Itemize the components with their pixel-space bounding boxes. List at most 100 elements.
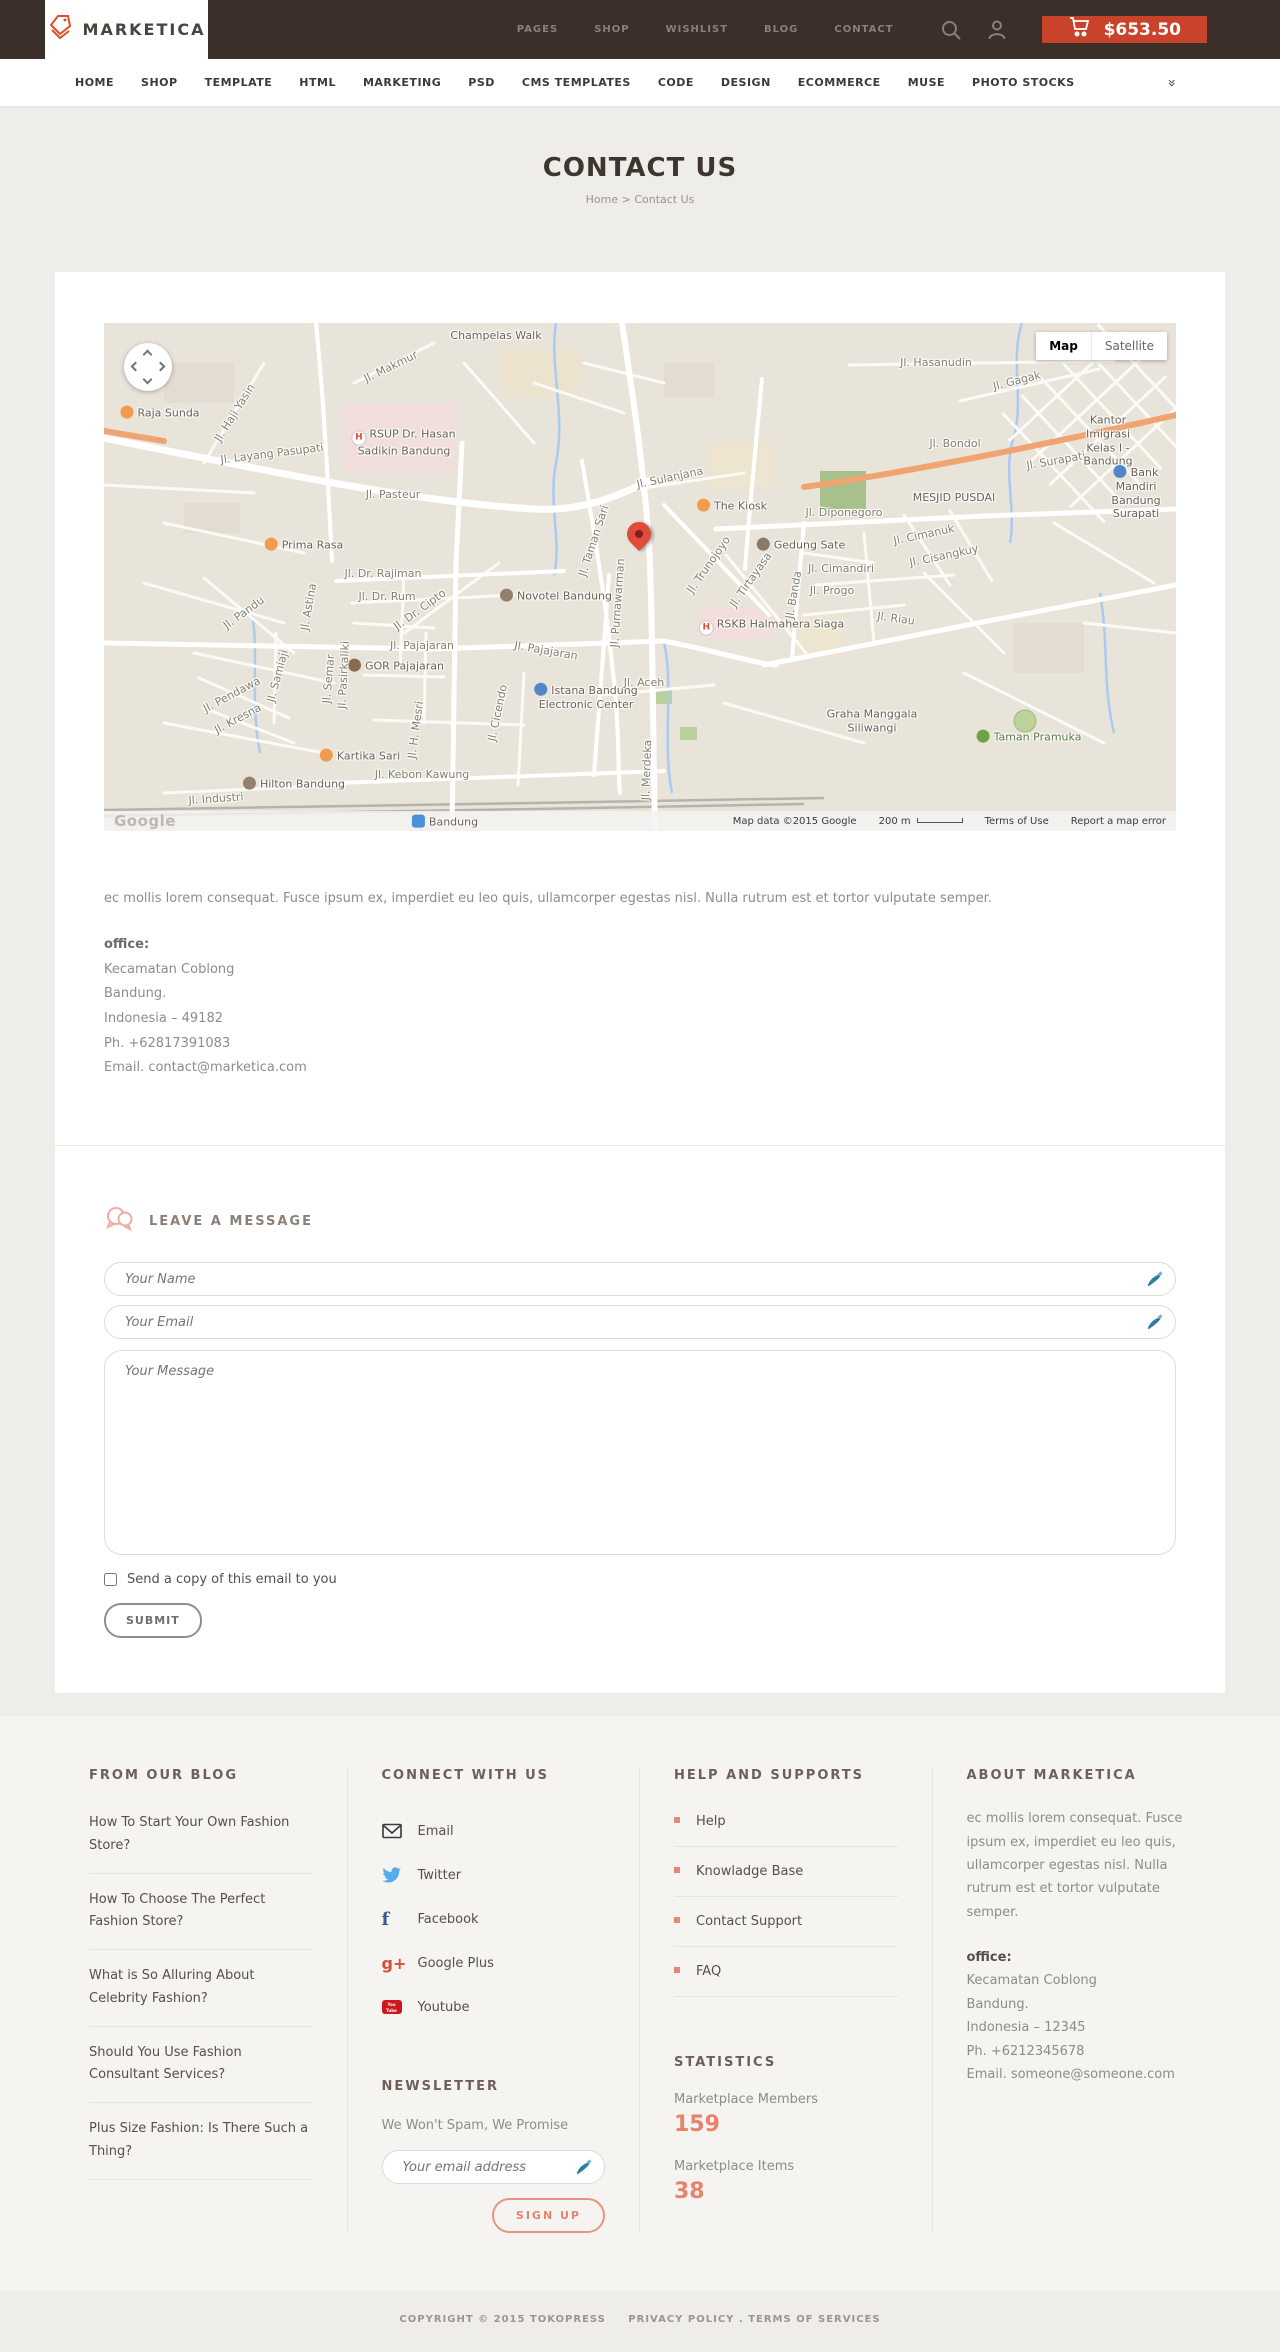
privacy-policy-link[interactable]: PRIVACY POLICY <box>628 2314 734 2325</box>
pan-left-icon[interactable] <box>130 361 141 372</box>
search-icon[interactable] <box>940 19 962 41</box>
page-title: CONTACT US <box>542 153 738 183</box>
account-icon[interactable] <box>986 19 1008 41</box>
pan-up-icon[interactable] <box>142 349 153 360</box>
newsletter-email-input[interactable] <box>381 2150 605 2185</box>
help-link-faq[interactable]: FAQ <box>674 1947 898 1998</box>
map-scale: 200 m <box>879 816 963 827</box>
signup-button[interactable]: SIGN UP <box>491 2198 605 2234</box>
map-canvas <box>104 323 1176 831</box>
social-label: Email <box>417 1823 454 1839</box>
stat-label: Marketplace Items <box>674 2159 795 2175</box>
brand-logo[interactable]: MARKETICA <box>45 0 208 59</box>
office-line: Kecamatan Coblong <box>966 1973 1097 1989</box>
category-home[interactable]: HOME <box>75 76 114 89</box>
cart-button[interactable]: $653.50 <box>1041 16 1207 43</box>
breadcrumb-home[interactable]: Home <box>586 193 618 206</box>
terms-of-use-link[interactable]: Terms of Use <box>985 816 1049 827</box>
top-nav-wishlist[interactable]: WISHLIST <box>666 24 728 35</box>
category-shop[interactable]: SHOP <box>141 76 178 89</box>
social-label: Google Plus <box>417 1955 494 1971</box>
site-header: MARKETICA PAGES SHOP WISHLIST BLOG CONTACT $… <box>0 0 1280 59</box>
top-nav-blog[interactable]: BLOG <box>764 24 798 35</box>
scale-bar-icon <box>916 817 963 823</box>
statistics-heading: STATISTICS <box>674 2055 777 2071</box>
help-link-help[interactable]: Help <box>674 1797 898 1848</box>
social-link-google-plus[interactable]: g+ Google Plus <box>382 1941 606 1985</box>
social-link-youtube[interactable]: You Tube Youtube <box>381 1985 606 2029</box>
name-input[interactable] <box>104 1262 1176 1297</box>
map-type-map-button[interactable]: Map <box>1036 332 1091 360</box>
form-heading: LEAVE A MESSAGE <box>149 1213 313 1229</box>
google-map[interactable]: Map Satellite Google Map data ©2015 Goog… <box>104 323 1176 831</box>
map-pan-control[interactable] <box>124 343 172 391</box>
category-html[interactable]: HTML <box>299 76 336 89</box>
google-logo: Google <box>114 812 176 830</box>
stat-label: Marketplace Members <box>674 2092 819 2108</box>
top-nav-shop[interactable]: SHOP <box>594 24 629 35</box>
top-nav-pages[interactable]: PAGES <box>517 24 558 35</box>
map-marker[interactable] <box>622 517 656 551</box>
category-marketing[interactable]: MARKETING <box>363 76 441 89</box>
email-input[interactable] <box>104 1305 1176 1340</box>
bullet-icon <box>674 1817 680 1824</box>
category-cms-templates[interactable]: CMS TEMPLATES <box>522 76 631 89</box>
youtube-icon: You Tube <box>381 2000 406 2015</box>
office-line: Kecamatan Coblong <box>104 961 235 977</box>
help-link-contact-support[interactable]: Contact Support <box>674 1897 898 1948</box>
office-line: Indonesia – 49182 <box>104 1011 223 1027</box>
blog-post-link[interactable]: How To Choose The Perfect Fashion Store? <box>89 1874 313 1951</box>
office-line: Email. contact@marketica.com <box>104 1060 307 1076</box>
pan-right-icon[interactable] <box>155 361 166 372</box>
office-line: Email. someone@someone.com <box>966 2067 1175 2083</box>
blog-post-link[interactable]: Plus Size Fashion: Is There Such a Thing… <box>89 2103 313 2180</box>
map-type-switcher: Map Satellite <box>1036 332 1167 360</box>
pan-down-icon[interactable] <box>142 374 153 385</box>
blog-post-link[interactable]: How To Start Your Own Fashion Store? <box>89 1797 313 1874</box>
footer-about-column: ABOUT MARKETICA ec mollis lorem consequa… <box>933 1768 1226 2233</box>
map-type-satellite-button[interactable]: Satellite <box>1090 332 1167 360</box>
social-link-twitter[interactable]: Twitter <box>381 1853 606 1897</box>
blog-heading: FROM OUR BLOG <box>89 1768 238 1784</box>
bullet-icon <box>674 1967 680 1974</box>
message-textarea[interactable] <box>104 1350 1176 1556</box>
brand-name: MARKETICA <box>82 20 206 39</box>
blog-post-link[interactable]: Should You Use Fashion Consultant Servic… <box>89 2027 313 2104</box>
more-categories-icon[interactable]: » <box>1164 78 1180 87</box>
terms-of-services-link[interactable]: TERMS OF SERVICES <box>748 2314 880 2325</box>
send-copy-checkbox[interactable] <box>104 1573 117 1587</box>
bullet-icon <box>674 1917 680 1924</box>
category-muse[interactable]: MUSE <box>908 76 945 89</box>
help-link-knowladge-base[interactable]: Knowladge Base <box>674 1847 898 1898</box>
connect-heading: CONNECT WITH US <box>381 1768 550 1784</box>
office-address: office: Kecamatan Coblong Bandung. Indones… <box>104 933 1176 1081</box>
send-copy-row: Send a copy of this email to you <box>104 1572 1176 1587</box>
category-code[interactable]: CODE <box>658 76 694 89</box>
social-link-facebook[interactable]: f Facebook <box>382 1897 606 1941</box>
category-template[interactable]: TEMPLATE <box>205 76 273 89</box>
blog-post-link[interactable]: What is So Alluring About Celebrity Fash… <box>89 1950 313 2027</box>
social-label: Youtube <box>417 1999 470 2015</box>
office-line: Indonesia – 12345 <box>966 2020 1086 2036</box>
category-design[interactable]: DESIGN <box>721 76 771 89</box>
bullet-icon <box>674 1867 680 1874</box>
category-photo-stocks[interactable]: PHOTO STOCKS <box>972 76 1075 89</box>
contact-intro-text: ec mollis lorem consequat. Fusce ipsum e… <box>104 891 992 906</box>
office-line: Bandung. <box>966 1996 1029 2012</box>
page-header: CONTACT US Home > Contact Us <box>0 107 1280 272</box>
top-nav-contact[interactable]: CONTACT <box>834 24 893 35</box>
send-copy-label: Send a copy of this email to you <box>127 1572 337 1588</box>
cart-icon <box>1068 16 1092 43</box>
report-map-error-link[interactable]: Report a map error <box>1071 816 1166 827</box>
category-psd[interactable]: PSD <box>468 76 495 89</box>
submit-button[interactable]: SUBMIT <box>104 1603 202 1639</box>
social-label: Twitter <box>417 1867 462 1883</box>
newsletter-heading: NEWSLETTER <box>381 2079 500 2095</box>
social-link-email[interactable]: Email <box>381 1809 606 1853</box>
about-text: ec mollis lorem consequat. Fusce ipsum e… <box>966 1811 1183 1920</box>
footer-blog-column: FROM OUR BLOG How To Start Your Own Fash… <box>55 1768 348 2234</box>
category-nav: HOME SHOP TEMPLATE HTML MARKETING PSD CMS TEMP… <box>0 59 1280 107</box>
cart-total: $653.50 <box>1103 19 1181 40</box>
category-ecommerce[interactable]: ECOMMERCE <box>798 76 881 89</box>
leave-message-section: LEAVE A MESSAGE Your Name Your Email You… <box>104 1146 1176 1639</box>
